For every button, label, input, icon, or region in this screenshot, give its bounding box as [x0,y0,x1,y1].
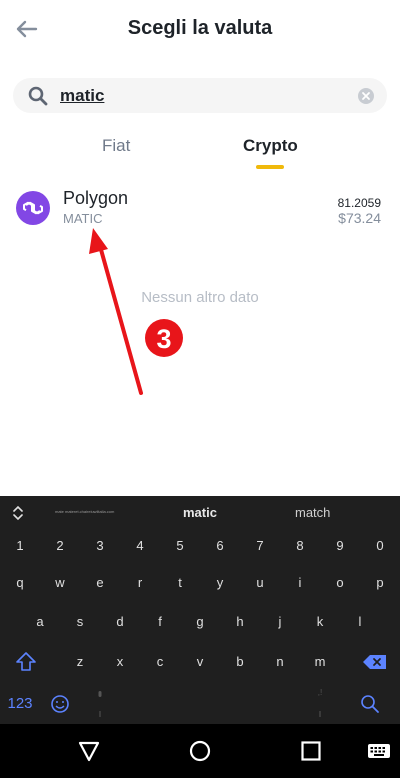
suggestion-left[interactable]: mate materet.chaireiuwlitalia.com [55,509,114,514]
key-l[interactable]: l [340,604,380,640]
key-f[interactable]: f [140,604,180,640]
key-7[interactable]: 7 [240,528,280,564]
header: Scegli la valuta [0,0,400,62]
step-badge [145,319,183,357]
nav-home-icon[interactable] [188,739,212,763]
annotation-arrow [98,244,143,395]
suggestion-right[interactable]: match [295,505,330,520]
suggestion-bar: mate materet.chaireiuwlitalia.com matic … [0,496,400,530]
shift-icon[interactable] [6,644,46,680]
key-p[interactable]: p [360,565,400,601]
coin-amount: 81.2059 [337,196,381,210]
key-j[interactable]: j [260,604,300,640]
expand-icon[interactable] [10,504,26,522]
key-8[interactable]: 8 [280,528,320,564]
key-2[interactable]: 2 [40,528,80,564]
key-u[interactable]: u [240,565,280,601]
key-h[interactable]: h [220,604,260,640]
space-bar[interactable] [120,686,300,722]
key-e[interactable]: e [80,565,120,601]
key-z[interactable]: z [60,644,100,680]
key-n[interactable]: n [260,644,300,680]
key-v[interactable]: v [180,644,220,680]
key-k[interactable]: k [300,604,340,640]
key-5[interactable]: 5 [160,528,200,564]
coin-symbol: MATIC [63,211,103,226]
coin-fiat-value: $73.24 [338,210,381,226]
tab-fiat[interactable]: Fiat [102,136,130,156]
mic-icon[interactable] [80,686,120,722]
keyboard-icon[interactable] [366,739,392,763]
step-number: 3 [156,324,171,354]
svg-text:,!: ,! [318,688,322,697]
key-i[interactable]: i [280,565,320,601]
key-g[interactable]: g [180,604,220,640]
key-c[interactable]: c [140,644,180,680]
keyboard-row-1: q w e r t y u i o p [0,565,400,601]
period-key-icon[interactable]: ,! [300,686,340,722]
nav-back-icon[interactable] [77,739,101,763]
suggestion-middle[interactable]: matic [183,505,217,520]
key-x[interactable]: x [100,644,140,680]
list-item[interactable]: Polygon MATIC 81.2059 $73.24 [0,182,400,238]
search-bar [13,78,387,113]
annotation-overlay: 3 [89,228,183,395]
key-6[interactable]: 6 [200,528,240,564]
polygon-logo-icon [16,191,50,225]
key-y[interactable]: y [200,565,240,601]
tab-bar: Fiat Crypto [0,124,400,172]
system-nav-bar [0,724,400,778]
keyboard-number-row: 1 2 3 4 5 6 7 8 9 0 [0,528,400,564]
key-r[interactable]: r [120,565,160,601]
key-s[interactable]: s [60,604,100,640]
page-title: Scegli la valuta [127,17,273,39]
search-icon [28,86,48,106]
key-o[interactable]: o [320,565,360,601]
key-d[interactable]: d [100,604,140,640]
key-1[interactable]: 1 [0,528,40,564]
coin-name: Polygon [63,188,129,208]
key-3[interactable]: 3 [80,528,120,564]
keyboard-row-3: z x c v b n m [0,644,400,680]
search-input[interactable] [60,84,350,108]
nav-recents-icon[interactable] [299,739,323,763]
key-9[interactable]: 9 [320,528,360,564]
key-b[interactable]: b [220,644,260,680]
keyboard: mate materet.chaireiuwlitalia.com matic … [0,496,400,724]
key-123[interactable]: 123 [0,686,40,722]
key-w[interactable]: w [40,565,80,601]
backspace-icon[interactable] [354,644,394,680]
active-tab-indicator [256,165,284,169]
keyboard-row-2: a s d f g h j k l [0,604,400,640]
tab-crypto[interactable]: Crypto [243,136,298,156]
keyboard-row-4: 123 ,! [0,686,400,722]
key-q[interactable]: q [0,565,40,601]
empty-state-text: Nessun altro dato [141,289,259,306]
key-t[interactable]: t [160,565,200,601]
key-m[interactable]: m [300,644,340,680]
clear-icon[interactable] [357,87,375,105]
emoji-icon[interactable] [40,686,80,722]
key-4[interactable]: 4 [120,528,160,564]
key-a[interactable]: a [20,604,60,640]
key-0[interactable]: 0 [360,528,400,564]
search-key-icon[interactable] [350,686,390,722]
